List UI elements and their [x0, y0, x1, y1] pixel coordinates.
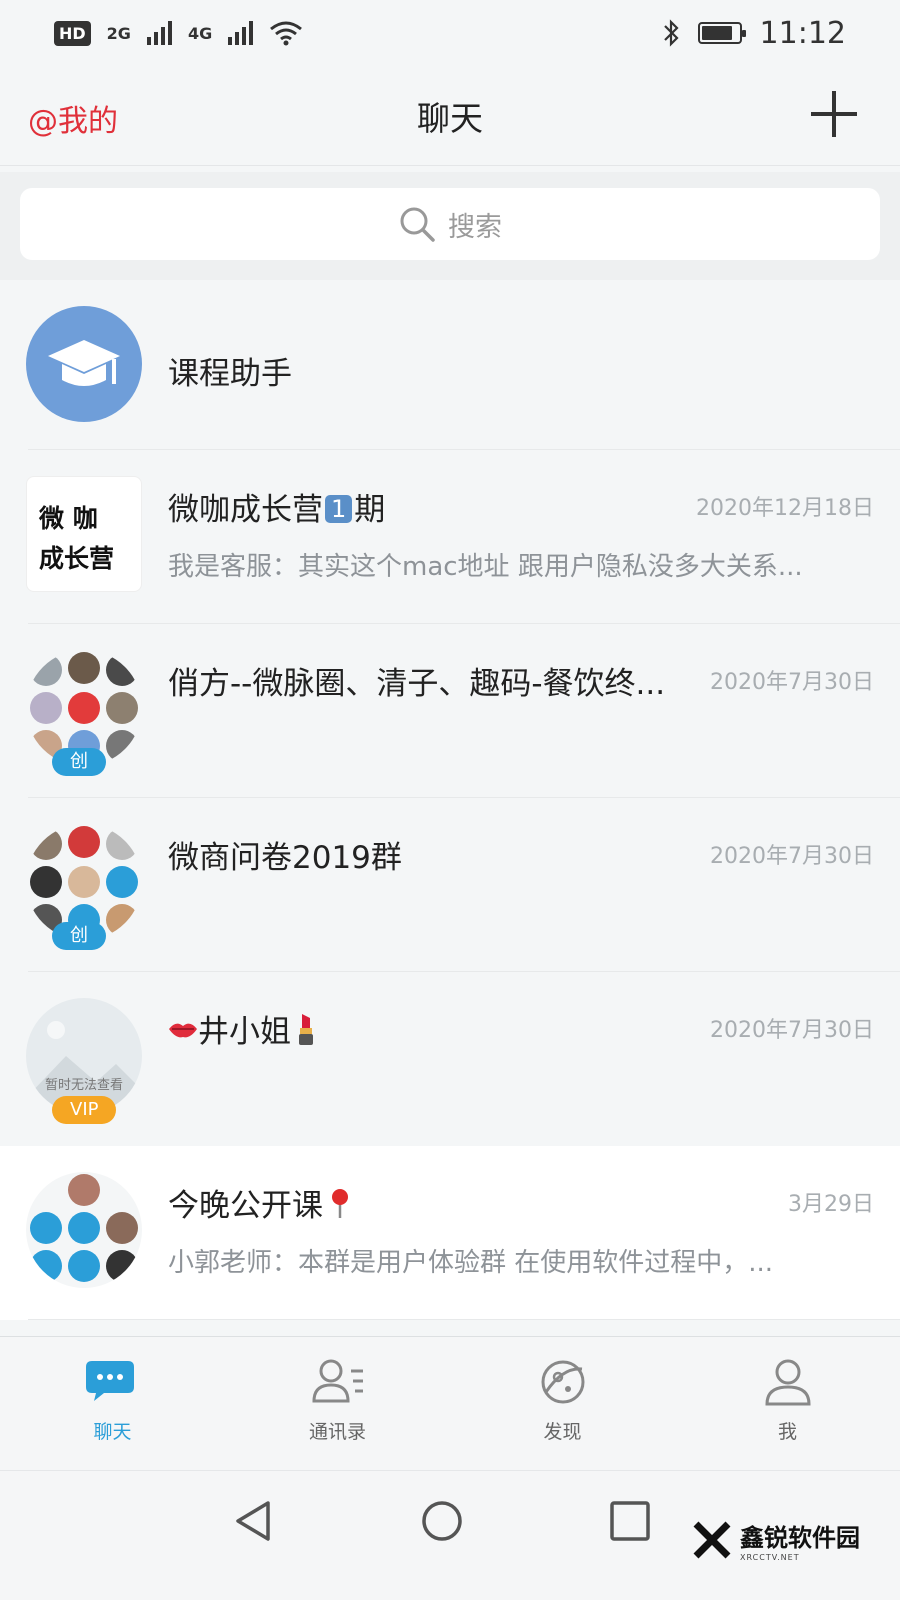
chat-name-text: 井小姐: [198, 1014, 291, 1050]
chat-name: 今晚公开课: [168, 1180, 351, 1225]
chat-date: 2020年7月30日: [710, 844, 874, 869]
battery-icon: [697, 22, 746, 44]
search-icon: [400, 207, 435, 242]
bluetooth-icon: [663, 19, 679, 47]
chat-list: 课程助手 微 咖 成长营 微咖成长营 1 期 2020年12月18日 我是客服：其实…: [0, 282, 900, 1320]
signal-icon: [146, 21, 172, 45]
home-icon[interactable]: [418, 1497, 466, 1545]
search-placeholder: 搜索: [448, 211, 502, 243]
pin-icon: [332, 1189, 348, 1218]
chat-name-part: 期: [354, 492, 386, 528]
chat-date: 3月29日: [788, 1192, 874, 1217]
discover-icon: [541, 1360, 584, 1404]
creator-badge: 创: [52, 922, 106, 950]
lips-icon: [169, 1023, 197, 1038]
chat-name: 微商问卷2019群: [168, 840, 402, 876]
search-bar-container: 搜索: [0, 172, 900, 280]
signal-icon: [228, 21, 254, 45]
tab-me[interactable]: 我: [675, 1337, 900, 1470]
recents-icon[interactable]: [606, 1497, 654, 1545]
chat-item-miss-jing[interactable]: 暂时无法查看 VIP 井小姐 2020年7月30日: [0, 972, 900, 1146]
chat-item-survey-group[interactable]: 创 微商问卷2019群 2020年7月30日: [0, 798, 900, 972]
avatar: [26, 306, 142, 422]
chat-item-open-class[interactable]: 今晚公开课 3月29日 小郭老师：本群是用户体验群 在使用软件过程中，...: [0, 1146, 900, 1320]
mentions-link[interactable]: @我的: [28, 96, 118, 140]
chat-name: 微咖成长营 1 期: [168, 484, 385, 529]
avatar-text: 微 咖: [39, 504, 98, 533]
status-bar-right: 11:12: [662, 16, 846, 51]
tab-label: 发现: [543, 1421, 582, 1443]
watermark-text-group: 鑫锐软件园 XRCCTV.NET: [740, 1518, 860, 1562]
search-input[interactable]: 搜索: [20, 188, 880, 260]
graduation-cap-icon: [48, 340, 120, 386]
chat-preview: 我是客服：其实这个mac地址 跟用户隐私没多大关系...: [168, 552, 803, 582]
chat-date: 2020年12月18日: [696, 496, 874, 521]
tab-label: 我: [777, 1421, 797, 1443]
creator-badge: 创: [52, 748, 106, 776]
network-2g-label: 2G: [106, 23, 131, 43]
network-4g-label: 4G: [187, 23, 213, 43]
chat-name: 俏方--微脉圈、清子、趣码-餐饮终...: [168, 666, 666, 702]
chat-preview: 小郭老师：本群是用户体验群 在使用软件过程中，...: [168, 1248, 774, 1278]
avatar: 微 咖 成长营: [26, 476, 142, 592]
chat-name-part: 微咖成长营: [168, 492, 323, 528]
chat-item-course-assistant[interactable]: 课程助手: [0, 282, 900, 450]
chat-date: 2020年7月30日: [710, 670, 874, 695]
chat-date: 2020年7月30日: [710, 1018, 874, 1043]
avatar-caption: 暂时无法查看: [44, 1078, 123, 1093]
profile-icon: [764, 1359, 811, 1406]
wifi-icon: [270, 21, 303, 46]
hd-indicator: HD: [54, 20, 91, 46]
chat-bubble-icon: [85, 1361, 134, 1401]
chat-item-growth-camp[interactable]: 微 咖 成长营 微咖成长营 1 期 2020年12月18日 我是客服：其实这个mac…: [0, 450, 900, 624]
tab-chat[interactable]: 聊天: [0, 1337, 225, 1470]
watermark-logo-icon: [693, 1521, 731, 1559]
chat-name-text: 今晚公开课: [168, 1188, 323, 1224]
page-title: 聊天: [417, 98, 483, 138]
group-avatar-grid: [30, 1174, 138, 1282]
watermark-subtext: XRCCTV.NET: [740, 1553, 800, 1562]
contacts-icon: [311, 1359, 363, 1403]
status-bar: HD 2G 4G 11:12: [0, 0, 900, 66]
clock: 11:12: [759, 15, 846, 51]
watermark: 鑫锐软件园 XRCCTV.NET: [692, 1518, 860, 1562]
app-header: @我的 聊天: [0, 66, 900, 166]
back-icon[interactable]: [230, 1497, 278, 1545]
battery-level: [701, 26, 733, 40]
watermark-text: 鑫锐软件园: [740, 1524, 860, 1552]
vip-badge: VIP: [52, 1096, 117, 1124]
chat-name: 井小姐: [168, 1006, 317, 1051]
number-badge: 1: [325, 495, 353, 523]
add-icon[interactable]: [808, 88, 860, 140]
tab-discover[interactable]: 发现: [450, 1337, 675, 1470]
divider: [28, 1319, 900, 1320]
chat-name: 课程助手: [168, 356, 292, 392]
tab-label: 通讯录: [308, 1421, 366, 1443]
bottom-tab-bar: 聊天 通讯录 发现 我: [0, 1336, 900, 1470]
tab-contacts[interactable]: 通讯录: [225, 1337, 450, 1470]
group-avatar: [26, 1172, 142, 1288]
status-bar-left: HD 2G 4G: [54, 20, 303, 46]
avatar-text: 成长营: [39, 544, 115, 573]
tab-label: 聊天: [93, 1421, 132, 1443]
chat-item-group-qiaofang[interactable]: 创 俏方--微脉圈、清子、趣码-餐饮终... 2020年7月30日: [0, 624, 900, 798]
lipstick-icon: [299, 1014, 313, 1045]
